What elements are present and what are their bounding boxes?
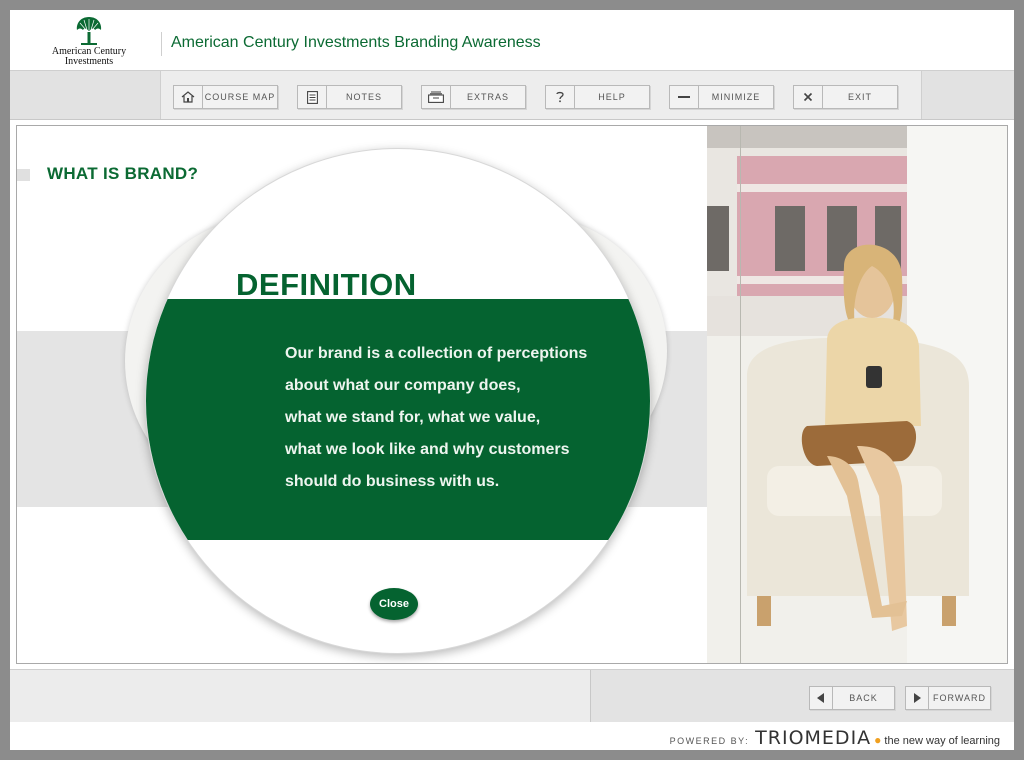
minimize-label: MINIMIZE	[711, 92, 761, 102]
definition-line: about what our company does,	[285, 377, 521, 394]
logo-text-line2: Investments	[64, 56, 114, 67]
definition-line: Our brand is a collection of perceptions	[285, 345, 588, 362]
app-window: American Century Investments American Ce…	[10, 10, 1014, 750]
close-button[interactable]: Close	[370, 588, 418, 620]
triomedia-logo: TRIOMEDIA	[755, 727, 872, 749]
back-button[interactable]: BACK	[809, 686, 895, 710]
exit-label: EXIT	[847, 92, 872, 102]
header-divider	[161, 32, 162, 56]
definition-line: should do business with us.	[285, 473, 500, 490]
extras-label: EXTRAS	[466, 92, 509, 102]
extras-button[interactable]: EXTRAS	[421, 85, 526, 109]
document-icon	[298, 86, 327, 108]
header: American Century Investments American Ce…	[10, 10, 1014, 71]
definition-line: what we stand for, what we value,	[285, 409, 541, 426]
forward-button[interactable]: FORWARD	[905, 686, 991, 710]
definition-text: Our brand is a collection of perceptions…	[285, 338, 587, 498]
definition-line: what we look like and why customers	[285, 441, 570, 458]
back-label: BACK	[849, 693, 878, 703]
home-icon	[174, 86, 203, 108]
footer: POWERED BY: TRIOMEDIA ● the new way of l…	[10, 722, 1014, 750]
notes-label: NOTES	[345, 92, 382, 102]
definition-popup: DEFINITION Our brand is a collection of …	[145, 148, 651, 654]
definition-title: DEFINITION	[236, 267, 417, 302]
help-label: HELP	[598, 92, 626, 102]
arrow-right-icon	[906, 687, 929, 709]
course-map-label: COURSE MAP	[204, 92, 276, 102]
content-stage: WHAT IS BRAND? DEFINITION Our brand is a…	[16, 125, 1008, 664]
close-icon	[794, 86, 823, 108]
minus-icon	[670, 86, 699, 108]
arrow-left-icon	[810, 687, 833, 709]
company-logo: American Century Investments	[46, 16, 132, 68]
bullet-icon: ●	[874, 733, 882, 747]
powered-tagline: the new way of learning	[884, 735, 1000, 747]
toolbar-button-group: COURSE MAP NOTES EXTRAS HELP MINIMIZE EX…	[160, 71, 922, 119]
progress-area	[10, 670, 591, 722]
section-marker	[17, 169, 30, 181]
woman-photo	[707, 126, 1007, 663]
notes-button[interactable]: NOTES	[297, 85, 402, 109]
powered-by: POWERED BY: TRIOMEDIA ● the new way of l…	[670, 727, 1000, 749]
toolbar: COURSE MAP NOTES EXTRAS HELP MINIMIZE EX…	[10, 71, 1014, 120]
forward-label: FORWARD	[933, 693, 986, 703]
logo-text-line1: American Century	[51, 46, 127, 57]
course-map-button[interactable]: COURSE MAP	[173, 85, 278, 109]
woman-sitting-image	[707, 126, 1007, 663]
minimize-button[interactable]: MINIMIZE	[669, 85, 774, 109]
photo-divider	[740, 126, 741, 663]
question-icon	[546, 86, 575, 108]
help-button[interactable]: HELP	[545, 85, 650, 109]
tray-icon	[422, 86, 451, 108]
powered-by-label: POWERED BY:	[669, 736, 750, 746]
section-title: WHAT IS BRAND?	[47, 164, 199, 183]
exit-button[interactable]: EXIT	[793, 85, 898, 109]
course-title: American Century Investments Branding Aw…	[171, 34, 541, 51]
bottom-bar: BACK FORWARD	[10, 669, 1014, 722]
tree-logo-icon	[76, 17, 102, 45]
